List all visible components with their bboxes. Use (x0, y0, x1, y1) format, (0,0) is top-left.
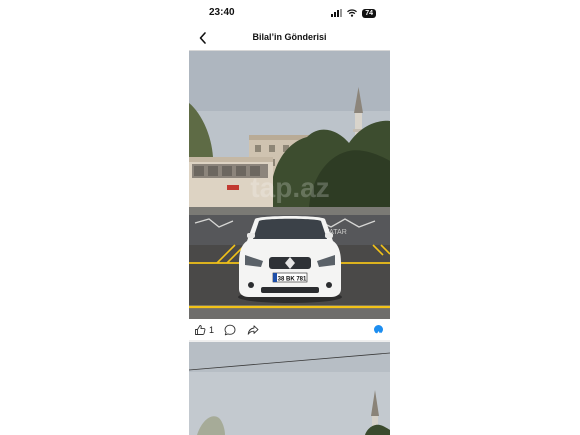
share-arrow-icon (247, 325, 259, 335)
photo-watermark: tap.az (250, 172, 329, 203)
comment-bubble-icon (224, 324, 236, 336)
navigation-bar: Bilal’in Gönderisi (189, 26, 390, 51)
share-button[interactable] (247, 322, 259, 338)
car-photo-illustration: YATAR 38 BK 781 tap.az (189, 51, 390, 319)
thumbs-up-icon (195, 325, 206, 335)
status-icons: 74 (331, 8, 376, 18)
next-post-photo[interactable] (189, 342, 390, 435)
like-count: 1 (209, 325, 215, 335)
like-reaction-icon (374, 325, 383, 336)
wifi-icon (347, 9, 358, 17)
cellular-signal-icon (331, 9, 343, 17)
post-action-bar: 1 (189, 320, 390, 340)
post-photo[interactable]: YATAR 38 BK 781 tap.az (189, 51, 390, 319)
next-photo-illustration (189, 342, 390, 435)
comment-button[interactable] (224, 322, 236, 338)
license-plate: 38 BK 781 (278, 277, 307, 283)
page-title: Bilal’in Gönderisi (252, 32, 327, 42)
status-time: 23:40 (209, 7, 235, 18)
like-button[interactable]: 1 (194, 322, 214, 338)
battery-indicator: 74 (362, 8, 376, 18)
phone-screen: 23:40 74 Bilal’in Gönderisi YATAR 38 BK … (189, 0, 390, 435)
status-bar: 23:40 74 (189, 0, 390, 26)
